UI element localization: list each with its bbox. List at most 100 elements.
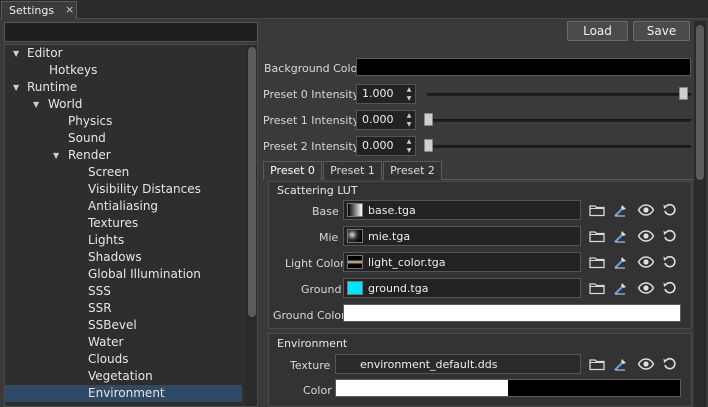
pick-icon[interactable]	[612, 279, 630, 297]
tab-preset-2[interactable]: Preset 2	[383, 161, 442, 180]
tree-scrollbar[interactable]	[246, 45, 257, 406]
ground-color-swatch[interactable]	[343, 304, 681, 322]
spin-down-icon[interactable]: ▼	[404, 120, 414, 129]
preset0-intensity-slider[interactable]	[427, 93, 691, 96]
reset-icon[interactable]	[661, 253, 679, 271]
tree-item-label: Hotkeys	[49, 63, 98, 77]
spin-down-icon[interactable]: ▼	[404, 94, 414, 103]
scattering-lut-title: Scattering LUT	[277, 184, 358, 197]
tab-bar: Settings ×	[0, 0, 708, 20]
tree-item-render[interactable]: ▼ Render	[5, 147, 242, 164]
light-color-label: Light Color	[285, 257, 345, 270]
pick-icon[interactable]	[612, 253, 630, 271]
ground-file-field[interactable]: ground.tga	[343, 278, 581, 298]
tab-settings[interactable]: Settings ×	[1, 1, 77, 20]
tree-item-runtime[interactable]: ▼ Runtime	[5, 79, 242, 96]
tree-item-physics[interactable]: Physics	[5, 113, 242, 130]
tree-item-ssbevel[interactable]: SSBevel	[5, 317, 242, 334]
tree-item-water[interactable]: Water	[5, 334, 242, 351]
right-scrollbar-thumb[interactable]	[696, 25, 704, 180]
tree-item-world[interactable]: ▼ World	[5, 96, 242, 113]
preset2-intensity-spinbox[interactable]: 0.000 ▲ ▼	[356, 136, 416, 156]
spin-up-icon[interactable]: ▲	[404, 111, 414, 120]
tree-item-visibility-distances[interactable]: Visibility Distances	[5, 181, 242, 198]
load-button[interactable]: Load	[567, 21, 628, 41]
tree-item-clouds[interactable]: Clouds	[5, 351, 242, 368]
preset2-intensity-label: Preset 2 Intensity	[263, 140, 360, 153]
preset1-intensity-spinbox[interactable]: 0.000 ▲ ▼	[356, 110, 416, 130]
preset1-intensity-label: Preset 1 Intensity	[263, 114, 360, 127]
preset1-slider-handle[interactable]	[424, 113, 433, 126]
pick-icon[interactable]	[612, 227, 630, 245]
tree-item-antialiasing[interactable]: Antialiasing	[5, 198, 242, 215]
search-input[interactable]	[4, 22, 258, 42]
tree-item-editor[interactable]: ▼ Editor	[5, 45, 242, 62]
reset-icon[interactable]	[661, 227, 679, 245]
tree-item-environment[interactable]: Environment	[5, 385, 242, 402]
tree-item-label: Sound	[68, 131, 106, 145]
tree-item-label: Antialiasing	[88, 199, 159, 213]
eye-icon[interactable]	[637, 279, 655, 297]
spin-up-icon[interactable]: ▲	[404, 137, 414, 146]
background-color-swatch[interactable]	[356, 58, 691, 76]
environment-texture-field[interactable]: environment_default.dds	[335, 354, 581, 374]
tab-preset-1[interactable]: Preset 1	[323, 161, 382, 180]
tree-item-sss[interactable]: SSS	[5, 283, 242, 300]
folder-icon[interactable]	[588, 279, 606, 297]
preset2-slider-handle[interactable]	[424, 139, 433, 152]
close-icon[interactable]: ×	[65, 3, 74, 16]
ground-label: Ground	[301, 283, 342, 296]
expand-arrow-icon[interactable]: ▼	[53, 147, 59, 164]
ground-color-label: Ground Color	[273, 309, 346, 322]
tree-item-screen[interactable]: Screen	[5, 164, 242, 181]
tab-preset-0[interactable]: Preset 0	[263, 161, 322, 180]
eye-icon[interactable]	[637, 201, 655, 219]
save-button[interactable]: Save	[633, 21, 690, 41]
preset1-intensity-slider[interactable]	[427, 119, 691, 122]
reset-icon[interactable]	[661, 279, 679, 297]
preset0-intensity-spinbox[interactable]: 1.000 ▲ ▼	[356, 84, 416, 104]
pick-icon[interactable]	[612, 355, 630, 373]
right-scrollbar[interactable]	[694, 21, 706, 407]
tree-scrollbar-thumb[interactable]	[248, 47, 256, 317]
reset-icon[interactable]	[661, 201, 679, 219]
tree-item-ssr[interactable]: SSR	[5, 300, 242, 317]
expand-arrow-icon[interactable]: ▼	[33, 96, 39, 113]
eye-icon[interactable]	[637, 253, 655, 271]
reset-icon[interactable]	[661, 355, 679, 373]
spin-down-icon[interactable]: ▼	[404, 146, 414, 155]
preset0-slider-handle[interactable]	[679, 87, 688, 100]
preset2-intensity-slider[interactable]	[427, 145, 691, 148]
file-name: ground.tga	[368, 282, 429, 295]
folder-icon[interactable]	[588, 227, 606, 245]
eye-icon[interactable]	[637, 227, 655, 245]
expand-arrow-icon[interactable]: ▼	[13, 45, 19, 62]
tab-title: Settings	[9, 4, 55, 17]
tree-item-label: SSBevel	[88, 318, 137, 332]
tree-item-global-illumination[interactable]: Global Illumination	[5, 266, 242, 283]
folder-icon[interactable]	[588, 201, 606, 219]
texture-label: Texture	[290, 359, 331, 372]
folder-icon[interactable]	[588, 355, 606, 373]
tree-item-sound[interactable]: Sound	[5, 130, 242, 147]
folder-icon[interactable]	[588, 253, 606, 271]
light-color-file-field[interactable]: light_color.tga	[343, 252, 581, 272]
tree-item-label: Render	[68, 148, 111, 162]
file-name: mie.tga	[368, 230, 411, 243]
base-file-field[interactable]: base.tga	[343, 200, 581, 220]
eye-icon[interactable]	[637, 355, 655, 373]
spin-up-icon[interactable]: ▲	[404, 85, 414, 94]
expand-arrow-icon[interactable]: ▼	[13, 79, 19, 96]
spin-value: 0.000	[362, 113, 394, 126]
tree-item-textures[interactable]: Textures	[5, 215, 242, 232]
tree-item-label: SSS	[88, 284, 111, 298]
mie-file-field[interactable]: mie.tga	[343, 226, 581, 246]
tree-item-label: Vegetation	[88, 369, 153, 383]
pick-icon[interactable]	[612, 201, 630, 219]
tree-item-shadows[interactable]: Shadows	[5, 249, 242, 266]
tree-item-lights[interactable]: Lights	[5, 232, 242, 249]
spin-value: 1.000	[362, 87, 394, 100]
environment-color-swatch[interactable]	[335, 379, 681, 397]
tree-item-vegetation[interactable]: Vegetation	[5, 368, 242, 385]
tree-item-hotkeys[interactable]: Hotkeys	[5, 62, 242, 79]
